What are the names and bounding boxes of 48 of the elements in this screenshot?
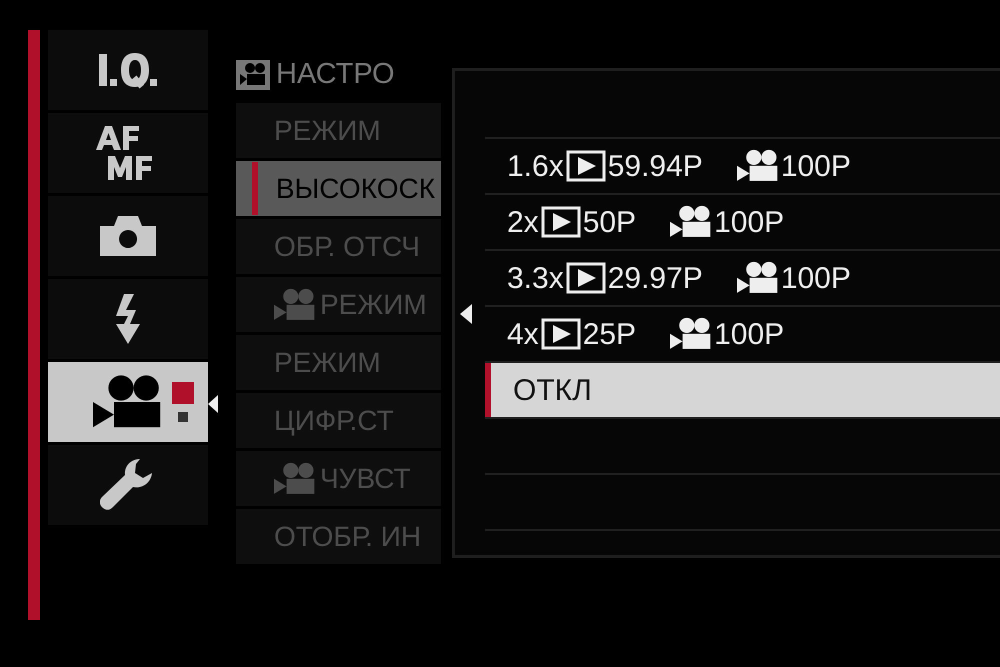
play-icon (540, 318, 581, 350)
option-row[interactable]: 2x 50P 100P (485, 195, 1000, 251)
movie-camera-icon (736, 149, 779, 183)
play-icon (566, 262, 606, 294)
iq-icon (97, 50, 159, 90)
movie-camera-icon (274, 462, 316, 496)
recording-rate: 100P (714, 204, 784, 240)
movie-camera-icon (274, 288, 316, 322)
menu-tab[interactable] (48, 30, 208, 110)
menu-item[interactable]: РЕЖИМ (236, 277, 441, 332)
recording-rate: 100P (780, 260, 851, 296)
menu-tab[interactable] (48, 445, 208, 525)
menu-item[interactable]: РЕЖИМ (236, 103, 441, 158)
movie-camera-icon (93, 374, 163, 430)
menu-tab[interactable] (48, 196, 208, 276)
movie-camera-icon (236, 60, 270, 90)
playback-rate: 25P (582, 316, 636, 352)
camera-icon (100, 216, 156, 256)
left-arrow-icon (208, 394, 218, 412)
menu-item[interactable]: ОБР. ОТСЧ (236, 219, 441, 274)
option-row[interactable]: 3.3x 29.97P 100P (485, 251, 1000, 307)
playback-rate: 50P (582, 204, 636, 240)
menu-item[interactable]: РЕЖИМ (236, 335, 441, 390)
menu-item[interactable]: ЦИФР.СТ (236, 393, 441, 448)
menu-tab[interactable] (48, 113, 208, 193)
recording-rate: 100P (780, 148, 851, 184)
play-icon (540, 206, 581, 238)
speed-factor: 4x (507, 316, 539, 352)
movie-camera-icon (670, 205, 712, 239)
option-row[interactable]: 1.6x 59.94P 100P (485, 139, 1000, 195)
menu-tab[interactable] (48, 362, 208, 442)
movie-camera-icon (736, 261, 779, 295)
menu-tab[interactable] (48, 279, 208, 359)
option-row[interactable]: ОТКЛ (485, 363, 1000, 419)
option-label: ОТКЛ (513, 372, 592, 408)
playback-rate: 59.94P (608, 148, 703, 184)
menu-item[interactable]: ЧУВСТ (236, 451, 441, 506)
movie-camera-icon (670, 317, 712, 351)
left-arrow-icon (460, 304, 472, 324)
menu-item[interactable]: ОТОБР. ИН (236, 509, 441, 564)
menu-title: НАСТРО (276, 57, 395, 92)
play-icon (566, 150, 606, 182)
recording-rate: 100P (714, 316, 784, 352)
speed-factor: 1.6x (507, 148, 564, 184)
speed-factor: 2x (507, 204, 539, 240)
speed-factor: 3.3x (507, 260, 564, 296)
playback-rate: 29.97P (608, 260, 703, 296)
menu-item[interactable]: ВЫСОКОСК (236, 161, 441, 216)
